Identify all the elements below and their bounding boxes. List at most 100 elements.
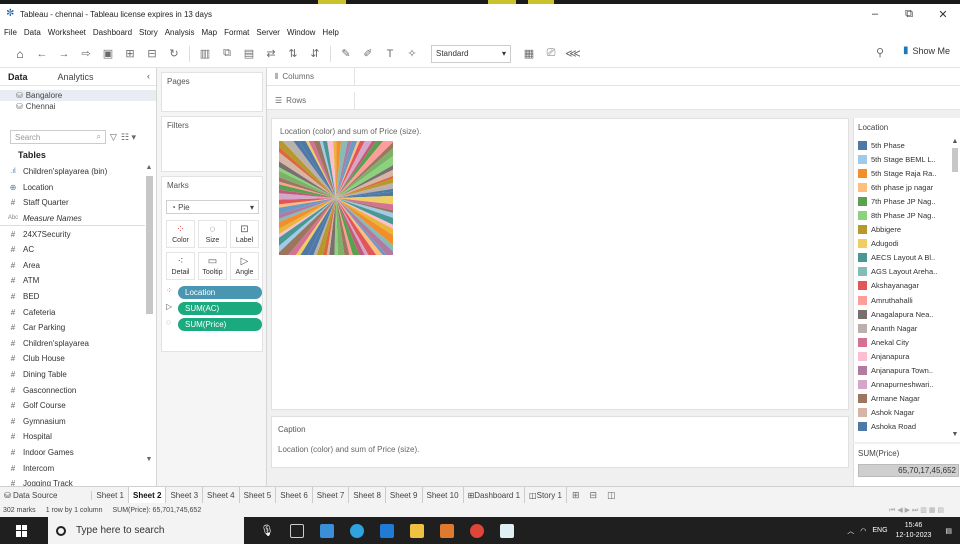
tab-analytics[interactable]: Analytics bbox=[50, 72, 102, 82]
menu-window[interactable]: Window bbox=[287, 28, 315, 37]
field-item[interactable]: # BED bbox=[0, 289, 145, 305]
menu-help[interactable]: Help bbox=[322, 28, 338, 37]
scroll-up-icon[interactable]: ▲ bbox=[145, 164, 153, 172]
microphone-icon[interactable]: 🎙 bbox=[260, 524, 274, 538]
notification-icon[interactable]: ▤ bbox=[945, 527, 952, 535]
sheet-tab[interactable]: Sheet 8 bbox=[349, 487, 386, 503]
share-icon[interactable]: ⋘ bbox=[565, 44, 581, 64]
edge-icon[interactable] bbox=[350, 523, 364, 538]
presentation-icon[interactable]: ⎚ bbox=[543, 44, 559, 64]
sheet-tab[interactable]: Sheet 2 bbox=[128, 487, 167, 503]
columns-shelf[interactable]: ⫴ Columns bbox=[267, 68, 960, 86]
refresh-icon[interactable]: ↻ bbox=[166, 44, 182, 64]
sheet-tab[interactable]: ⊞ Dashboard 1 bbox=[464, 487, 526, 503]
maximize-button[interactable]: ⧉ bbox=[892, 4, 926, 24]
sheet-tab[interactable]: Sheet 7 bbox=[313, 487, 350, 503]
rows-shelf[interactable]: ☰ Rows bbox=[267, 92, 960, 110]
legend-item[interactable]: Anekal City bbox=[858, 335, 950, 349]
menu-analysis[interactable]: Analysis bbox=[165, 28, 195, 37]
field-item[interactable]: # ATM bbox=[0, 273, 145, 289]
field-item[interactable]: Abc Measure Names bbox=[0, 211, 145, 227]
windows-start-icon[interactable] bbox=[16, 524, 28, 537]
swap-icon[interactable]: ⇄ bbox=[263, 44, 279, 64]
field-item[interactable]: # Club House bbox=[0, 351, 145, 367]
replay-icon[interactable]: ⇨ bbox=[78, 44, 94, 64]
scroll-down-icon[interactable]: ▼ bbox=[951, 431, 959, 438]
field-item[interactable]: # Hospital bbox=[0, 429, 145, 445]
pause-updates-icon[interactable]: ⊟ bbox=[144, 44, 160, 64]
legend-item[interactable]: Ashoka Road bbox=[858, 420, 950, 434]
legend-item[interactable]: 5th Stage BEML L.. bbox=[858, 152, 950, 166]
vlc-icon[interactable] bbox=[440, 523, 454, 538]
redo-icon[interactable]: → bbox=[56, 44, 72, 64]
legend-item[interactable]: Annapurneshwari.. bbox=[858, 378, 950, 392]
show-me-button[interactable]: ▮ Show Me bbox=[903, 45, 950, 56]
chrome-icon[interactable] bbox=[470, 523, 484, 538]
collapse-pane-icon[interactable]: ‹ bbox=[147, 71, 150, 81]
fix-axes-icon[interactable]: ✧ bbox=[404, 44, 420, 64]
new-story-tab-icon[interactable]: ◫ bbox=[602, 487, 621, 503]
sheet-tab[interactable]: Sheet 6 bbox=[276, 487, 313, 503]
menu-story[interactable]: Story bbox=[139, 28, 158, 37]
scroll-down-icon[interactable]: ▼ bbox=[145, 456, 153, 464]
legend-item[interactable]: 7th Phase JP Nag.. bbox=[858, 194, 950, 208]
view-canvas[interactable]: Location (color) and sum of Price (size)… bbox=[271, 118, 849, 410]
sheet-tab[interactable]: Sheet 3 bbox=[166, 487, 204, 503]
detail-button[interactable]: ⁖ Detail bbox=[166, 252, 195, 280]
field-item[interactable]: # Intercom bbox=[0, 460, 145, 476]
legend-item[interactable]: Anjanapura Town.. bbox=[858, 364, 950, 378]
field-list-scrollbar[interactable]: ▲ ▼ bbox=[145, 164, 153, 464]
show-cards-icon[interactable]: ▦ bbox=[521, 44, 537, 64]
sheet-tab[interactable]: Sheet 9 bbox=[386, 487, 423, 503]
legend-item[interactable]: Akshayanagar bbox=[858, 279, 950, 293]
undo-icon[interactable]: ← bbox=[34, 44, 50, 64]
sheet-tab[interactable]: Sheet 1 bbox=[92, 487, 129, 503]
legend-item[interactable]: 6th phase jp nagar bbox=[858, 180, 950, 194]
new-worksheet-icon[interactable]: ▥ bbox=[197, 44, 213, 64]
field-item[interactable]: # Indoor Games bbox=[0, 445, 145, 461]
new-worksheet-tab-icon[interactable]: ⊞ bbox=[567, 487, 585, 503]
size-button[interactable]: ◌ Size bbox=[198, 220, 227, 248]
field-item[interactable]: # Gasconnection bbox=[0, 382, 145, 398]
scroll-up-icon[interactable]: ▲ bbox=[951, 138, 959, 145]
minimize-button[interactable]: – bbox=[858, 4, 892, 24]
scrollbar-thumb[interactable] bbox=[146, 176, 153, 314]
legend-item[interactable]: Adugodi bbox=[858, 237, 950, 251]
legend-item[interactable]: 5th Phase bbox=[858, 138, 950, 152]
menu-file[interactable]: File bbox=[4, 28, 17, 37]
legend-item[interactable]: Armane Nagar bbox=[858, 392, 950, 406]
angle-button[interactable]: ▷ Angle bbox=[230, 252, 259, 280]
tooltip-button[interactable]: ▭ Tooltip bbox=[198, 252, 227, 280]
data-source-tab-label[interactable]: Data Source bbox=[13, 491, 57, 500]
taskbar-search[interactable]: Type here to search bbox=[48, 517, 244, 544]
tableau-taskbar-icon[interactable] bbox=[500, 523, 514, 538]
sheet-tab[interactable]: Sheet 5 bbox=[240, 487, 277, 503]
save-icon[interactable]: ▣ bbox=[100, 44, 116, 64]
field-item[interactable]: # Dining Table bbox=[0, 367, 145, 383]
field-item[interactable]: # Children'splayarea bbox=[0, 336, 145, 352]
mail-icon[interactable] bbox=[380, 523, 394, 538]
sheet-tab[interactable]: Sheet 10 bbox=[423, 487, 464, 503]
legend-item[interactable]: Ananth Nagar bbox=[858, 321, 950, 335]
label-button[interactable]: ⊡ Label bbox=[230, 220, 259, 248]
sheet-tab[interactable]: ◫ Story 1 bbox=[525, 487, 567, 503]
legend-item[interactable]: Anjanapura bbox=[858, 349, 950, 363]
menu-map[interactable]: Map bbox=[202, 28, 218, 37]
pie-chart[interactable] bbox=[279, 141, 393, 255]
field-item[interactable]: # Car Parking bbox=[0, 320, 145, 336]
menu-dashboard[interactable]: Dashboard bbox=[93, 28, 132, 37]
field-item[interactable]: # Golf Course bbox=[0, 398, 145, 414]
menu-format[interactable]: Format bbox=[224, 28, 249, 37]
new-dashboard-tab-icon[interactable]: ⊟ bbox=[585, 487, 603, 503]
field-item[interactable]: # Gymnasium bbox=[0, 414, 145, 430]
legend-item[interactable]: Abbigere bbox=[858, 223, 950, 237]
filter-icon[interactable]: ▽ bbox=[110, 132, 117, 143]
field-item[interactable]: # Cafeteria bbox=[0, 304, 145, 320]
legend-item[interactable]: Amruthahalli bbox=[858, 293, 950, 307]
clear-sheet-icon[interactable]: ▤ bbox=[241, 44, 257, 64]
datasource-item[interactable]: ⛁ Chennai bbox=[0, 101, 156, 112]
field-item[interactable]: ⊕ Location bbox=[0, 180, 145, 196]
field-item[interactable]: # Area bbox=[0, 258, 145, 274]
store-icon[interactable] bbox=[410, 523, 424, 538]
field-item[interactable]: .ıl Children'splayarea (bin) bbox=[0, 164, 145, 180]
